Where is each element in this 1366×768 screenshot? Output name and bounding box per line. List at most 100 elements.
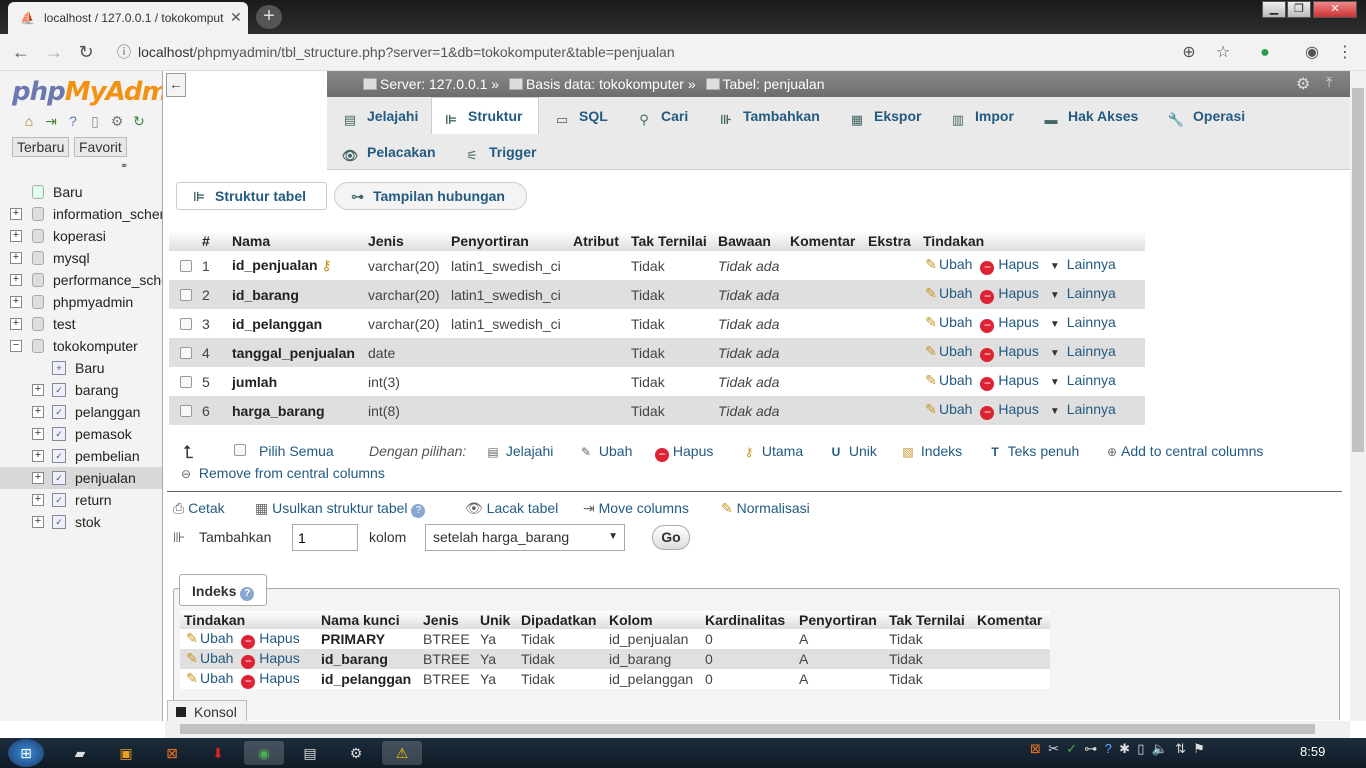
home-icon[interactable]: ⌂ [18,113,40,129]
bulk-add-central-button[interactable]: ⊕ Add to central columns [1103,443,1263,459]
drop-index-button[interactable]: − Hapus [241,630,300,649]
go-button[interactable]: Go [652,525,690,550]
window-close-button[interactable]: ✕ [1313,1,1357,18]
maximize-button[interactable]: ❐ [1287,1,1311,18]
collapse-header-icon[interactable]: ⤒ [1326,74,1332,91]
tray-xampp-icon[interactable]: ⊠ [1030,741,1041,756]
chrome-icon[interactable]: ◉ [244,741,284,765]
app-icon[interactable]: ▣ [106,741,146,765]
edit-index-button[interactable]: ✎ Ubah [184,670,233,686]
check-all-label[interactable]: Pilih Semua [259,443,334,459]
xampp-icon[interactable]: ⊠ [152,741,192,765]
tab-tracking[interactable]: 👁 Pelacakan [331,134,443,170]
col-header[interactable]: Nama [229,231,365,251]
grammarly-extension-icon[interactable]: ● [1254,42,1276,64]
link-with-main-icon[interactable]: ⚭ [120,161,128,172]
vertical-scrollbar-thumb[interactable] [1352,88,1364,452]
col-header[interactable]: Penyortiran [448,231,570,251]
help-icon[interactable]: ? [62,113,84,129]
tray-flag-icon[interactable]: ⚑ [1193,741,1205,756]
drop-index-button[interactable]: − Hapus [241,670,300,689]
drop-column-button[interactable]: − Hapus [980,314,1039,333]
tray-network-icon[interactable]: ⊶ [1084,741,1097,756]
tree-item-table[interactable]: + ✓ pelanggan [0,401,162,423]
col-header[interactable]: # [199,231,229,251]
recent-tables-button[interactable]: Terbaru [12,137,70,157]
forward-arrow-icon[interactable]: → [43,42,65,64]
zoom-icon[interactable]: ⊕ [1178,42,1200,64]
move-columns-button[interactable]: ⇥ Move columns [583,500,689,517]
col-header[interactable]: Tak Ternilai [628,231,715,251]
tree-item-table[interactable]: + ✓ pembelian [0,445,162,467]
tree-item-new-table[interactable]: + Baru [0,357,162,379]
tray-help-icon[interactable]: ? [1105,741,1112,756]
tray-tool-icon[interactable]: ✂ [1048,741,1059,756]
settings-gear-icon[interactable]: ⚙ [106,113,128,130]
expand-icon[interactable]: + [32,472,44,484]
bulk-unique-button[interactable]: U Unik [827,443,877,459]
site-info-icon[interactable]: ⓘ [110,38,138,66]
row-checkbox[interactable] [169,396,199,425]
tree-item-new-database[interactable]: Baru [0,181,162,203]
bookmark-star-icon[interactable]: ☆ [1212,42,1234,64]
window-icon[interactable]: ▤ [290,741,330,765]
expand-icon[interactable]: + [32,406,44,418]
tree-item-table[interactable]: + ✓ stok [0,511,162,533]
expand-icon[interactable]: + [10,252,22,264]
tab-triggers[interactable]: ⚟ Trigger [453,134,553,170]
settings-gear-icon[interactable]: ⚙ [1296,74,1310,94]
print-button[interactable]: ⎙ Cetak [173,500,225,517]
subtab-table-structure[interactable]: ⊫ Struktur tabel [176,182,327,210]
expand-icon[interactable]: + [32,384,44,396]
edit-column-button[interactable]: ✎ Ubah [923,401,972,417]
back-arrow-icon[interactable]: ← [10,42,32,64]
col-header[interactable]: Jenis [365,231,448,251]
more-actions-button[interactable]: ▼ Lainnya [1047,256,1116,272]
bulk-primary-button[interactable]: ⚷ Utama [740,443,804,459]
bulk-drop-button[interactable]: − Hapus [655,443,713,462]
expand-icon[interactable]: + [32,516,44,528]
bulk-index-button[interactable]: ▧ Indeks [899,443,962,459]
tree-item-database[interactable]: +performance_schema [0,269,162,291]
expand-icon[interactable]: + [10,318,22,330]
expand-icon[interactable]: + [10,208,22,220]
tree-item-table[interactable]: + ✓ pemasok [0,423,162,445]
drop-column-button[interactable]: − Hapus [980,256,1039,275]
bulk-fulltext-button[interactable]: T Teks penuh [986,443,1079,459]
bulk-remove-central-button[interactable]: ⊖ Remove from central columns [177,465,385,481]
tree-item-database[interactable]: + mysql [0,247,162,269]
bulk-change-button[interactable]: ✎ Ubah [577,443,632,459]
edit-index-button[interactable]: ✎ Ubah [184,650,233,666]
collapse-icon[interactable]: − [10,340,22,352]
expand-icon[interactable]: + [10,230,22,242]
edit-column-button[interactable]: ✎ Ubah [923,256,972,272]
tree-item-database[interactable]: + koperasi [0,225,162,247]
drop-column-button[interactable]: − Hapus [980,401,1039,420]
tab-insert[interactable]: ⊪ Tambahkan [707,98,832,134]
tree-item-table[interactable]: + ✓ barang [0,379,162,401]
row-checkbox[interactable] [169,367,199,396]
tray-volume-icon[interactable]: 🔈 [1152,741,1168,756]
tree-item-database-expanded[interactable]: − tokokomputer [0,335,162,357]
more-actions-button[interactable]: ▼ Lainnya [1047,314,1116,330]
row-checkbox[interactable] [169,280,199,309]
normalize-button[interactable]: ✎ Normalisasi [721,500,810,517]
tree-item-database[interactable]: + test [0,313,162,335]
tree-item-database[interactable]: +information_schema [0,203,162,225]
track-table-button[interactable]: 👁 Lacak tabel [465,500,558,517]
favorite-tables-button[interactable]: Favorit [74,137,127,157]
profile-icon[interactable]: ◉ [1301,42,1323,64]
horizontal-scrollbar-thumb[interactable] [180,724,1315,734]
help-icon[interactable]: ? [240,587,255,601]
subtab-relation-view[interactable]: ⊶ Tampilan hubungan [334,182,527,210]
add-column-position-select[interactable]: setelah harga_barang ▼ [425,524,625,551]
bulk-browse-button[interactable]: ▤ Jelajahi [484,443,553,459]
tab-operations[interactable]: 🔧 Operasi [1157,98,1257,134]
docs-icon[interactable]: ▯ [84,113,106,130]
more-actions-button[interactable]: ▼ Lainnya [1047,285,1116,301]
edit-column-button[interactable]: ✎ Ubah [923,314,972,330]
check-all-checkbox[interactable] [234,442,254,458]
add-column-count-input[interactable] [292,524,358,551]
menu-kebab-icon[interactable]: ⋮ [1334,42,1356,64]
tab-search[interactable]: ⚲ Cari [625,98,705,134]
